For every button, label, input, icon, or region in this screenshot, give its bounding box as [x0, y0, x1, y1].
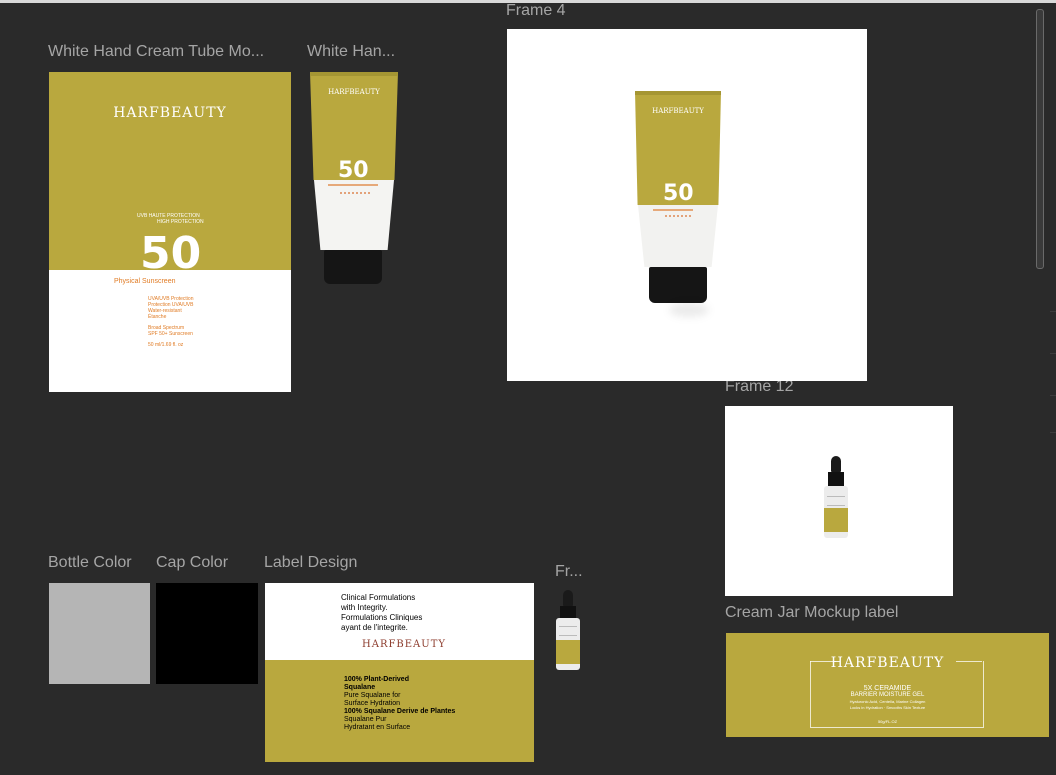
cream-jar-text: 5X CERAMIDE BARRIER MOISTURE GEL Hyaluro…	[726, 685, 1049, 711]
frame12-dropper-bottle	[821, 456, 851, 540]
frame4-tube-brand: HARFBEAUTY	[652, 107, 704, 115]
cream-jar-brand: HARFBEAUTY	[830, 655, 945, 671]
frame4-tube: HARFBEAUTY 50	[635, 91, 721, 327]
label-brand: HARFBEAUTY	[362, 639, 446, 650]
cream-jar-line-2: BARRIER MOISTURE GEL	[850, 692, 925, 698]
frame-label-cream-jar[interactable]: Cream Jar Mockup label	[725, 604, 898, 622]
tube-brand: HARFBEAUTY	[328, 88, 380, 96]
ingredient-line-1: 100% Plant-Derived	[344, 676, 409, 683]
bottle-color-swatch[interactable]	[49, 583, 150, 684]
cream-jar-weight: 50g/FL.OZ	[877, 719, 898, 724]
vertical-scrollbar[interactable]	[1036, 9, 1044, 269]
fr-dropper-bottle[interactable]	[553, 590, 583, 670]
side-ruler-marks	[1050, 0, 1056, 775]
ingredient-line-2: Squalane	[344, 684, 376, 691]
tube-text-lines	[340, 192, 370, 210]
tube-artwork-frame[interactable]: HARFBEAUTY UVB HAUTE PROTECTION HIGH PRO…	[49, 72, 291, 392]
tube-orange-line	[328, 184, 378, 186]
ingredient-line-3: Pure Squalane for	[344, 692, 401, 699]
frame4-text-lines	[665, 215, 691, 237]
cap-color-swatch[interactable]	[156, 583, 258, 684]
tagline-4: ayant de l'integrite.	[341, 623, 408, 632]
tube-mockup-small[interactable]: HARFBEAUTY 50	[310, 72, 398, 288]
uvb-line-2: HIGH PROTECTION	[157, 219, 204, 225]
tagline-2: with Integrity.	[341, 603, 388, 612]
frame-label-tube-mockup[interactable]: White Hand Cream Tube Mo...	[48, 43, 288, 61]
label-design-frame[interactable]: Clinical Formulations with Integrity. Fo…	[265, 583, 534, 762]
frame-label-tube-small[interactable]: White Han...	[307, 43, 407, 61]
label-ingredients: 100% Plant-Derived Squalane Pure Squalan…	[344, 676, 455, 732]
frame-label-label-design[interactable]: Label Design	[264, 554, 357, 572]
brand-logo: HARFBEAUTY	[113, 105, 227, 121]
cream-jar-label-frame[interactable]: HARFBEAUTY 5X CERAMIDE BARRIER MOISTURE …	[726, 633, 1049, 737]
feature-6: SPF 50+ Sunscreen	[148, 331, 193, 337]
frame-label-frame-4[interactable]: Frame 4	[506, 2, 566, 20]
frame4-orange-line	[653, 209, 693, 211]
frame-label-cap-color[interactable]: Cap Color	[156, 554, 228, 572]
tube-white-bottom	[314, 180, 394, 250]
ingredient-line-7: Hydratant en Surface	[344, 724, 411, 731]
tagline-1: Clinical Formulations	[341, 593, 416, 602]
product-subtitle: Physical Sunscreen	[114, 278, 176, 285]
frame4-tube-spf: 50	[663, 181, 694, 206]
ingredient-line-5: 100% Squalane Derive de Plantes	[344, 708, 456, 715]
label-tagline: Clinical Formulations with Integrity. Fo…	[341, 593, 422, 633]
ingredient-line-4: Surface Hydration	[344, 700, 401, 707]
volume: 50 ml/1.69 fl. oz	[148, 342, 184, 348]
frame-label-fr[interactable]: Fr...	[555, 563, 583, 581]
feature-list: UVA/UVB Protection Protection UVA/UVB Wa…	[148, 296, 193, 348]
tube-cap	[324, 250, 382, 284]
cream-jar-line-1: 5X CERAMIDE	[863, 685, 912, 692]
frame4-shadow	[669, 303, 709, 317]
frame-4[interactable]: HARFBEAUTY 50	[507, 29, 867, 381]
tube-crimp	[310, 72, 398, 76]
ingredient-line-6: Squalane Pur	[344, 716, 387, 723]
frame-label-bottle-color[interactable]: Bottle Color	[48, 554, 132, 572]
frame4-tube-crimp	[635, 91, 721, 95]
spf-number: 50	[140, 228, 202, 279]
frame4-tube-cap	[649, 267, 707, 303]
cream-jar-line-4: Locks in Hydration · Smooths Skin Textur…	[849, 705, 926, 710]
frame-12[interactable]	[725, 406, 953, 596]
tagline-3: Formulations Cliniques	[341, 613, 423, 622]
tube-spf: 50	[338, 158, 369, 183]
